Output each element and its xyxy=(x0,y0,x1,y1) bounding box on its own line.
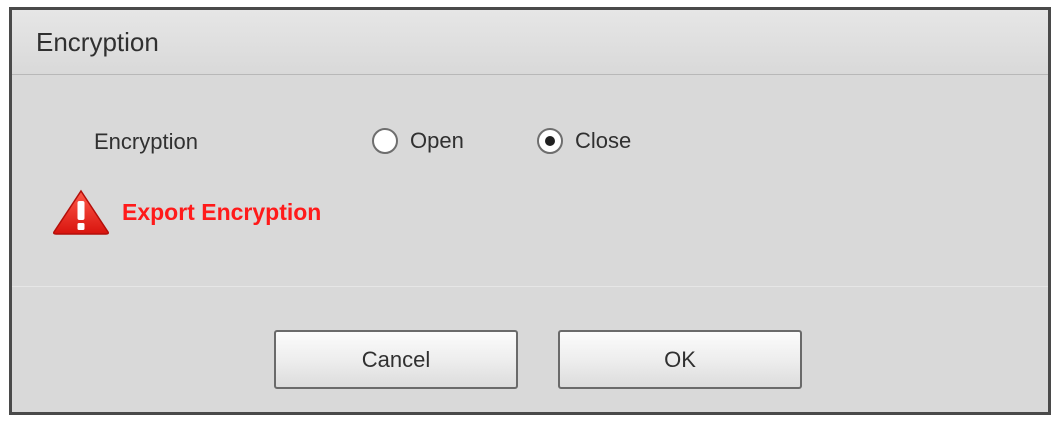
dialog-body: Encryption Open Close Export Encryption xyxy=(12,75,1048,286)
ok-button[interactable]: OK xyxy=(558,330,802,389)
radio-selected-dot xyxy=(545,136,555,146)
dialog-footer: Cancel OK xyxy=(12,287,1048,412)
radio-close-circle[interactable] xyxy=(537,128,563,154)
radio-open[interactable]: Open xyxy=(372,126,464,156)
radio-close-label[interactable]: Close xyxy=(575,128,631,154)
radio-open-circle[interactable] xyxy=(372,128,398,154)
encryption-dialog: Encryption Encryption Open Close Export … xyxy=(9,7,1051,415)
dialog-title: Encryption xyxy=(36,27,159,57)
encryption-label: Encryption xyxy=(94,129,198,154)
warning-message: Export Encryption xyxy=(52,189,321,235)
radio-open-label[interactable]: Open xyxy=(410,128,464,154)
radio-close[interactable]: Close xyxy=(537,126,631,156)
warning-triangle-icon xyxy=(53,189,109,235)
warning-text: Export Encryption xyxy=(122,198,322,225)
dialog-titlebar: Encryption xyxy=(12,10,1048,75)
cancel-button[interactable]: Cancel xyxy=(274,330,518,389)
